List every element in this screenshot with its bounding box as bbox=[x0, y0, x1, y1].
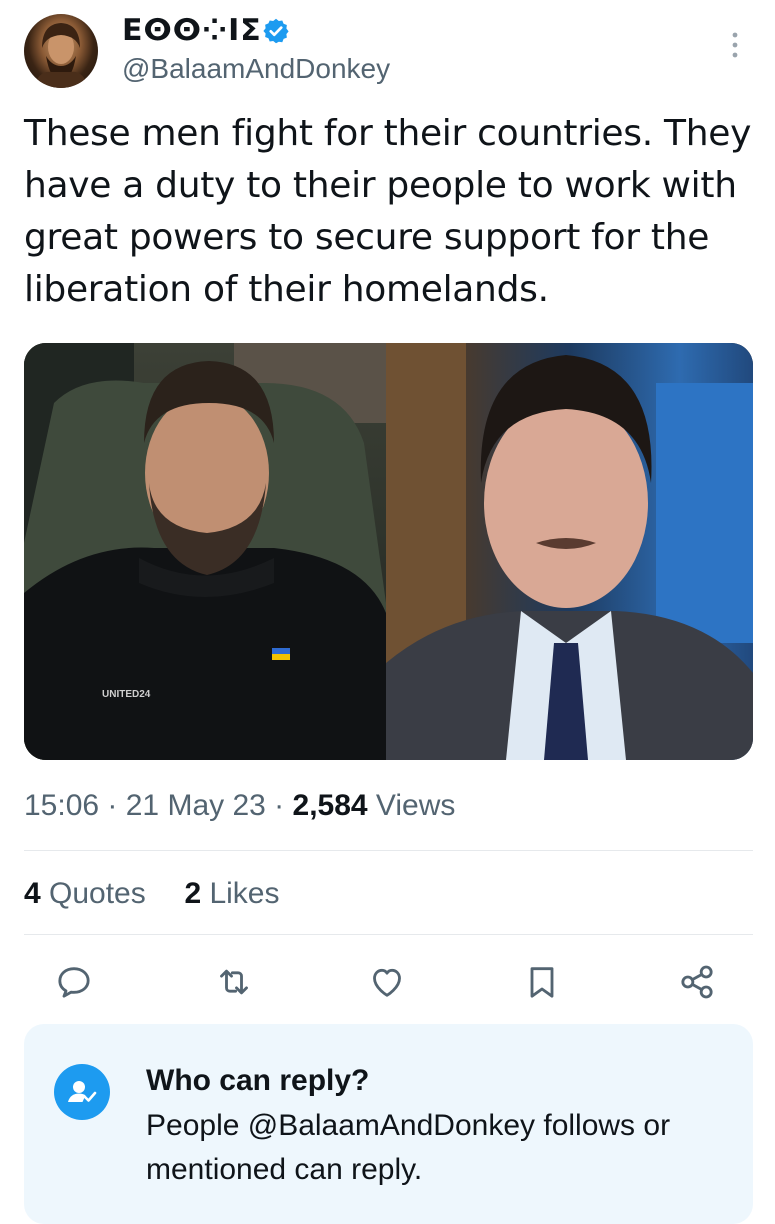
likes-link[interactable]: 2 Likes bbox=[184, 877, 279, 910]
engagement-stats: 4 Quotes 2 Likes bbox=[24, 874, 280, 914]
retweet-icon[interactable] bbox=[214, 962, 254, 1002]
bookmark-icon[interactable] bbox=[522, 962, 562, 1002]
tweet-media[interactable]: UNITED24 bbox=[24, 343, 753, 760]
reply-icon[interactable] bbox=[54, 962, 94, 1002]
reply-restriction-badge bbox=[54, 1064, 110, 1120]
divider bbox=[24, 850, 753, 851]
media-photo-left[interactable]: UNITED24 bbox=[24, 343, 386, 760]
meta-separator: · bbox=[99, 789, 126, 822]
views-count: 2,584 bbox=[292, 789, 368, 822]
quotes-count: 4 bbox=[24, 877, 41, 910]
avatar-portrait bbox=[34, 23, 88, 88]
mentioned-user-icon bbox=[68, 1081, 97, 1102]
divider bbox=[24, 934, 753, 935]
share-icon[interactable] bbox=[677, 962, 717, 1002]
media-photo-right[interactable] bbox=[386, 343, 753, 760]
tweet-date[interactable]: 21 May 23 bbox=[126, 789, 266, 822]
author-avatar[interactable] bbox=[24, 14, 98, 88]
left-photo-caption: UNITED24 bbox=[102, 689, 151, 700]
who-can-reply-card: Who can reply? People @BalaamAndDonkey f… bbox=[24, 1024, 753, 1224]
meta-separator: · bbox=[265, 789, 293, 822]
like-icon[interactable] bbox=[367, 962, 407, 1002]
more-options-icon[interactable] bbox=[724, 28, 746, 62]
author-handle[interactable]: @BalaamAndDonkey bbox=[122, 52, 390, 86]
right-photo-illustration bbox=[386, 343, 753, 760]
quotes-link[interactable]: 4 Quotes bbox=[24, 877, 146, 910]
left-photo-illustration: UNITED24 bbox=[24, 343, 386, 760]
tweet-time[interactable]: 15:06 bbox=[24, 789, 99, 822]
author-display-name[interactable]: ⴹⵙⵙ⁘ⵏⵉ bbox=[122, 14, 262, 48]
likes-label: Likes bbox=[201, 877, 280, 910]
likes-count: 2 bbox=[184, 877, 202, 910]
who-can-reply-title: Who can reply? bbox=[146, 1064, 370, 1097]
views-label: Views bbox=[367, 789, 456, 822]
tweet-text: These men fight for their countries. The… bbox=[24, 113, 752, 310]
verified-badge-icon bbox=[263, 18, 289, 44]
quotes-label: Quotes bbox=[40, 877, 146, 910]
who-can-reply-text: People @BalaamAndDonkey follows or menti… bbox=[146, 1109, 671, 1186]
tweet-meta: 15:06 · 21 May 23 · 2,584 Views bbox=[24, 786, 455, 826]
action-bar bbox=[0, 950, 775, 1014]
